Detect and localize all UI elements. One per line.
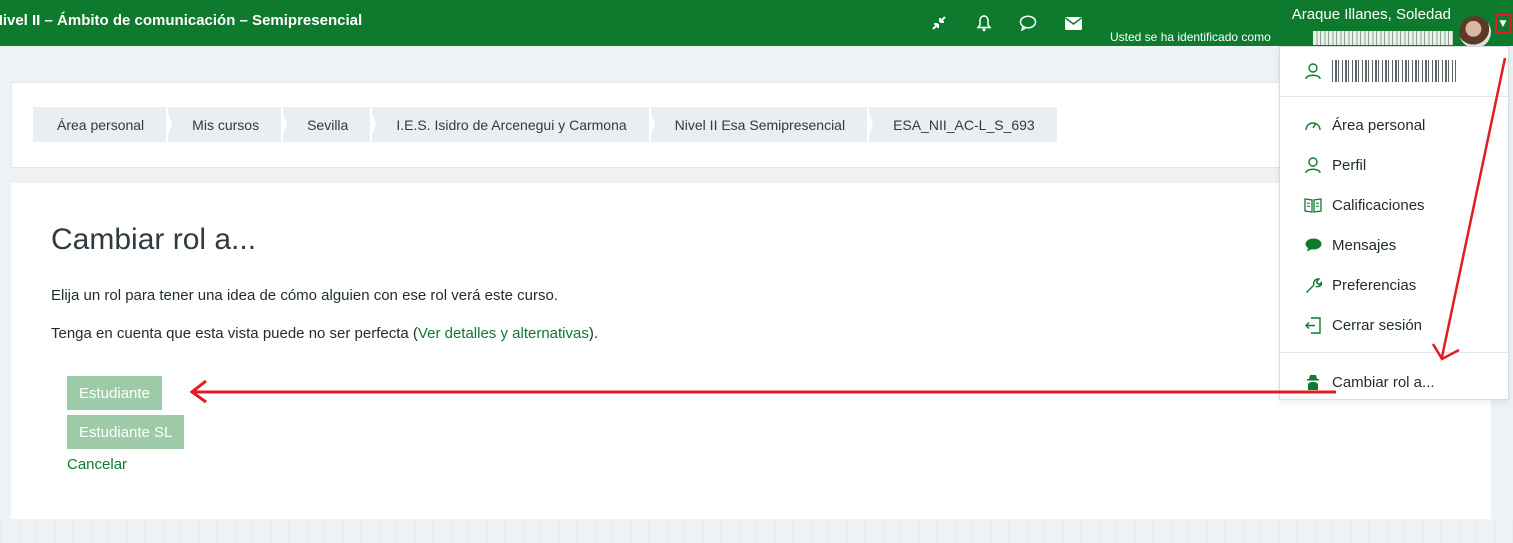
wrench-icon bbox=[1302, 277, 1324, 294]
dropdown-label: Preferencias bbox=[1332, 276, 1417, 294]
dropdown-item-perfil[interactable]: Perfil bbox=[1280, 149, 1508, 181]
note-text-before: Tenga en cuenta que esta vista puede no … bbox=[51, 325, 418, 342]
logout-icon bbox=[1302, 316, 1324, 334]
logged-in-as-text: Usted se ha identificado como bbox=[1110, 30, 1271, 44]
chat-icon[interactable] bbox=[1017, 12, 1039, 34]
avatar[interactable] bbox=[1459, 16, 1491, 48]
user-name[interactable]: Araque Illanes, Soledad bbox=[1292, 6, 1451, 23]
dropdown-item-cambiar-rol[interactable]: Cambiar rol a... bbox=[1280, 366, 1508, 398]
breadcrumb: Área personal Mis cursos Sevilla I.E.S. … bbox=[33, 107, 1059, 142]
dropdown-item-cerrar-sesion[interactable]: Cerrar sesión bbox=[1280, 309, 1508, 341]
details-link[interactable]: Ver detalles y alternativas bbox=[418, 325, 589, 342]
dropdown-label: Perfil bbox=[1332, 156, 1367, 174]
role-button-estudiante-sl[interactable]: Estudiante SL bbox=[67, 415, 185, 449]
user-dropdown-menu: Área personal Perfil Calificaciones Mens… bbox=[1279, 46, 1509, 400]
page-title: Cambiar rol a... bbox=[51, 223, 257, 256]
caret-down-icon: ▼ bbox=[1499, 19, 1507, 29]
chat-bubble-icon bbox=[1302, 238, 1324, 252]
dropdown-divider bbox=[1280, 352, 1508, 353]
dropdown-label: Cerrar sesión bbox=[1332, 316, 1423, 334]
breadcrumb-item-nivel[interactable]: Nivel II Esa Semipresencial bbox=[650, 107, 874, 142]
user-secret-icon bbox=[1302, 374, 1324, 390]
note-text-after: ). bbox=[588, 325, 599, 342]
intro-text: Elija un rol para tener una idea de cómo… bbox=[51, 287, 558, 304]
user-icon bbox=[1302, 156, 1324, 174]
note-text: Tenga en cuenta que esta vista puede no … bbox=[51, 325, 598, 342]
breadcrumb-panel: Área personal Mis cursos Sevilla I.E.S. … bbox=[11, 82, 1493, 168]
dropdown-label: Área personal bbox=[1332, 116, 1426, 134]
dropdown-label: Cambiar rol a... bbox=[1332, 373, 1435, 391]
book-icon bbox=[1302, 197, 1324, 213]
cancel-link[interactable]: Cancelar bbox=[67, 456, 127, 473]
dropdown-label: Calificaciones bbox=[1332, 196, 1425, 214]
breadcrumb-item-mis-cursos[interactable]: Mis cursos bbox=[168, 107, 287, 142]
redacted-username bbox=[1313, 31, 1453, 45]
user-icon bbox=[1302, 62, 1324, 80]
dashboard-icon bbox=[1302, 117, 1324, 133]
main-content: Cambiar rol a... Elija un rol para tener… bbox=[11, 183, 1491, 519]
dropdown-label: Mensajes bbox=[1332, 236, 1397, 254]
course-title[interactable]: Nivel II – Ámbito de comunicación – Semi… bbox=[0, 12, 362, 29]
dropdown-item-area-personal[interactable]: Área personal bbox=[1280, 109, 1508, 141]
envelope-icon[interactable] bbox=[1062, 12, 1084, 34]
bell-icon[interactable] bbox=[973, 12, 995, 34]
dropdown-item-calificaciones[interactable]: Calificaciones bbox=[1280, 189, 1508, 221]
breadcrumb-item-course[interactable]: ESA_NII_AC-L_S_693 bbox=[869, 107, 1057, 142]
dropdown-divider bbox=[1280, 96, 1508, 97]
user-menu-toggle[interactable]: ▼ bbox=[1495, 14, 1511, 34]
role-button-estudiante[interactable]: Estudiante bbox=[67, 376, 162, 410]
breadcrumb-item-school[interactable]: I.E.S. Isidro de Arcenegui y Carmona bbox=[372, 107, 656, 142]
dropdown-item-preferencias[interactable]: Preferencias bbox=[1280, 269, 1508, 301]
top-navbar: Nivel II – Ámbito de comunicación – Semi… bbox=[0, 0, 1513, 48]
footer-pattern bbox=[0, 520, 1513, 543]
dropdown-item-mensajes[interactable]: Mensajes bbox=[1280, 229, 1508, 261]
collapse-icon[interactable] bbox=[928, 12, 950, 34]
breadcrumb-item-area-personal[interactable]: Área personal bbox=[33, 107, 173, 142]
redacted-user-id bbox=[1332, 60, 1456, 82]
breadcrumb-item-sevilla[interactable]: Sevilla bbox=[283, 107, 377, 142]
dropdown-user-item[interactable] bbox=[1280, 55, 1508, 87]
